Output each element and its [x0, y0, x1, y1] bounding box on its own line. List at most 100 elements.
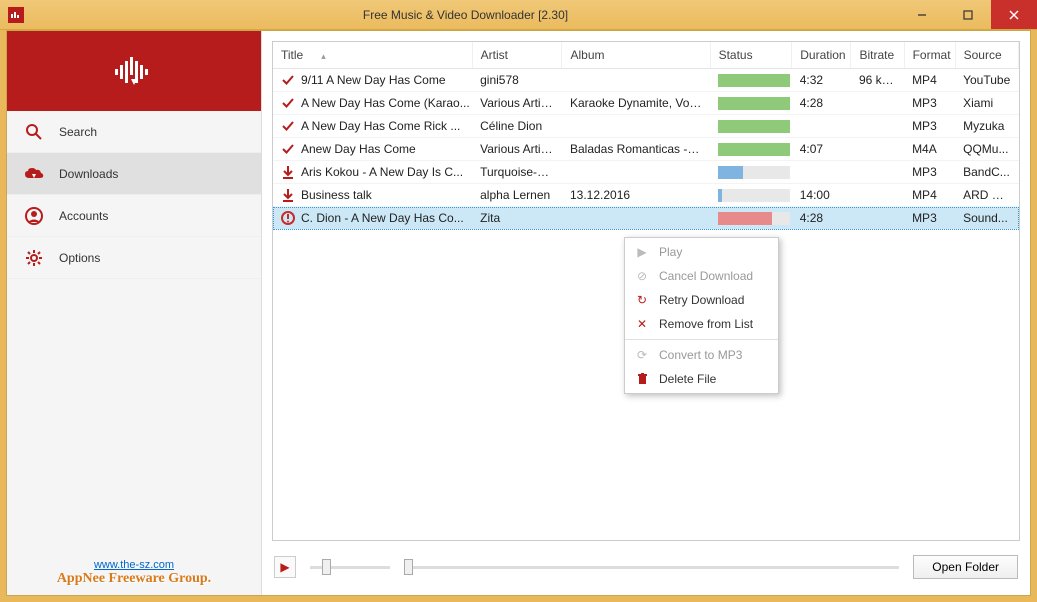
sidebar-item-label: Search [59, 125, 97, 139]
col-album[interactable]: Album [562, 42, 710, 69]
cell-artist: Céline Dion [472, 115, 562, 138]
cell-duration: 4:28 [792, 207, 851, 230]
cell-status [710, 138, 792, 161]
cell-source: ARD M... [955, 184, 1018, 207]
col-status[interactable]: Status [710, 42, 792, 69]
cell-artist: Various Artists [472, 138, 562, 161]
context-menu: ▶ Play ⊘ Cancel Download ↻ Retry Downloa… [624, 237, 779, 394]
table-row[interactable]: A New Day Has Come Rick ...Céline DionMP… [273, 115, 1019, 138]
cell-status [710, 207, 792, 230]
cell-title: C. Dion - A New Day Has Co... [301, 211, 464, 225]
menu-remove-from-list[interactable]: ✕ Remove from List [625, 312, 778, 336]
cell-album: Karaoke Dynamite, Vol. 23 [562, 92, 710, 115]
cell-source: Sound... [955, 207, 1018, 230]
cell-status [710, 92, 792, 115]
check-icon [281, 73, 295, 87]
cell-title: Business talk [301, 188, 372, 202]
check-icon [281, 119, 295, 133]
sidebar: Search Downloads Accounts Options www.th… [7, 31, 262, 595]
cell-artist: Zita [472, 207, 562, 230]
cell-status [710, 161, 792, 184]
sort-asc-icon: ▴ [321, 51, 326, 61]
play-button[interactable]: ▶ [274, 556, 296, 578]
cell-bitrate [851, 115, 904, 138]
cell-status [710, 184, 792, 207]
cancel-icon: ⊘ [635, 269, 649, 283]
col-format[interactable]: Format [904, 42, 955, 69]
cell-format: MP3 [904, 92, 955, 115]
cell-duration: 4:32 [792, 69, 851, 92]
cell-bitrate [851, 184, 904, 207]
table-row[interactable]: A New Day Has Come (Karao...Various Arti… [273, 92, 1019, 115]
cell-title: 9/11 A New Day Has Come [301, 73, 446, 87]
open-folder-button[interactable]: Open Folder [913, 555, 1018, 579]
cell-title: Anew Day Has Come [301, 142, 416, 156]
table-row[interactable]: Business talkalpha Lernen13.12.201614:00… [273, 184, 1019, 207]
menu-convert-mp3[interactable]: ⟳ Convert to MP3 [625, 343, 778, 367]
position-slider[interactable] [404, 558, 899, 576]
table-row[interactable]: Anew Day Has Come Various ArtistsBaladas … [273, 138, 1019, 161]
menu-retry-download[interactable]: ↻ Retry Download [625, 288, 778, 312]
check-icon [281, 96, 295, 110]
maximize-button[interactable] [945, 0, 991, 29]
table-row[interactable]: 9/11 A New Day Has Come gini578 4:3296 kbp… [273, 69, 1019, 92]
cell-title: A New Day Has Come (Karao... [301, 96, 470, 110]
col-duration[interactable]: Duration [792, 42, 851, 69]
cell-artist: alpha Lernen [472, 184, 562, 207]
cell-format: MP4 [904, 69, 955, 92]
app-icon [8, 7, 24, 23]
sidebar-item-accounts[interactable]: Accounts [7, 195, 261, 237]
cell-bitrate [851, 161, 904, 184]
col-bitrate[interactable]: Bitrate [851, 42, 904, 69]
cell-album [562, 161, 710, 184]
cell-bitrate [851, 138, 904, 161]
cell-format: MP3 [904, 207, 955, 230]
cell-bitrate: 96 kbps [851, 69, 904, 92]
appnee-watermark: AppNee Freeware Group. [19, 571, 249, 587]
sidebar-item-options[interactable]: Options [7, 237, 261, 279]
cell-album [562, 69, 710, 92]
sidebar-item-label: Options [59, 251, 100, 265]
menu-separator [625, 339, 778, 340]
window-title: Free Music & Video Downloader [2.30] [32, 8, 899, 22]
cell-status [710, 69, 792, 92]
cell-source: Xiami [955, 92, 1018, 115]
sidebar-item-downloads[interactable]: Downloads [7, 153, 261, 195]
download-icon [281, 165, 295, 179]
cell-album [562, 207, 710, 230]
cell-duration [792, 115, 851, 138]
error-icon [281, 211, 295, 225]
cell-duration [792, 161, 851, 184]
menu-cancel-download[interactable]: ⊘ Cancel Download [625, 264, 778, 288]
col-title[interactable]: Title▴ [273, 42, 472, 69]
sidebar-item-search[interactable]: Search [7, 111, 261, 153]
menu-play[interactable]: ▶ Play [625, 240, 778, 264]
cell-source: YouTube [955, 69, 1018, 92]
cell-album: Baladas Romanticas - In... [562, 138, 710, 161]
play-icon: ▶ [635, 245, 649, 259]
cell-album [562, 115, 710, 138]
cell-artist: Various Artists [472, 92, 562, 115]
table-row[interactable]: C. Dion - A New Day Has Co... Zita 4:28 MP3… [273, 207, 1019, 230]
volume-slider[interactable] [310, 558, 390, 576]
remove-icon: ✕ [635, 317, 649, 331]
sidebar-item-label: Accounts [59, 209, 108, 223]
minimize-button[interactable] [899, 0, 945, 29]
retry-icon: ↻ [635, 293, 649, 307]
col-artist[interactable]: Artist [472, 42, 562, 69]
footer-link[interactable]: www.the-sz.com [19, 559, 249, 571]
table-row[interactable]: Aris Kokou - A New Day Is C...Turquoise-… [273, 161, 1019, 184]
cell-duration: 4:07 [792, 138, 851, 161]
close-button[interactable] [991, 0, 1037, 29]
cell-artist: gini578 [472, 69, 562, 92]
sidebar-item-label: Downloads [59, 167, 118, 181]
menu-delete-file[interactable]: Delete File [625, 367, 778, 391]
trash-icon [635, 373, 649, 385]
cell-bitrate [851, 92, 904, 115]
col-source[interactable]: Source [955, 42, 1018, 69]
cloud-download-icon [23, 163, 45, 185]
convert-icon: ⟳ [635, 348, 649, 362]
cell-source: BandC... [955, 161, 1018, 184]
cell-duration: 14:00 [792, 184, 851, 207]
search-icon [23, 121, 45, 143]
